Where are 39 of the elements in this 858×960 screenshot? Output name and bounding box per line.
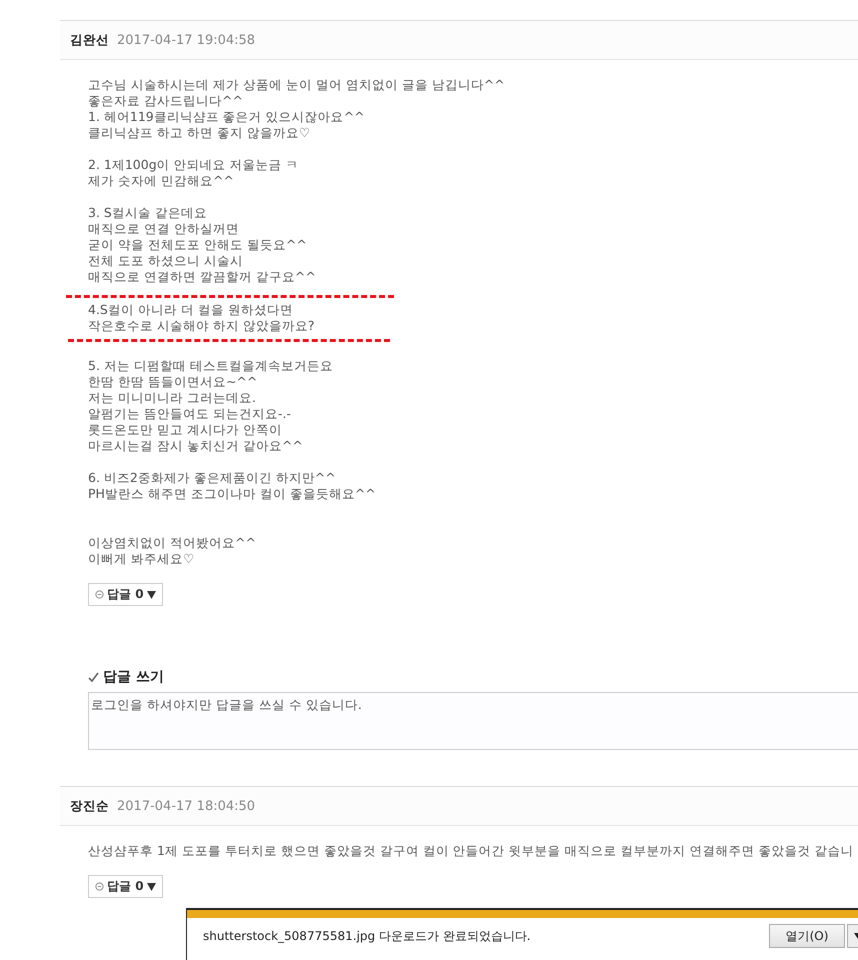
reply-input-field[interactable]: 로그인을 하셔야지만 답글을 쓰실 수 있습니다. bbox=[88, 692, 858, 750]
comment-date: 2017-04-17 18:04:50 bbox=[117, 798, 256, 814]
author-name: 김완선 bbox=[70, 32, 109, 48]
comment-text: 4.S컬이 아니라 더 컬을 원하셨다면 bbox=[88, 302, 293, 318]
comment-text: 고수님 시술하시는데 제가 상품에 눈이 멀어 염치없이 글을 남깁니다^^ bbox=[88, 77, 505, 93]
comment-text: 1. 헤어119클리닉샴프 좋은거 있으시잖아요^^ bbox=[88, 109, 365, 125]
comment-text: 이상염치없이 적어봤어요^^ bbox=[88, 535, 256, 551]
comment-text: 3. S컬시술 같은데요 bbox=[88, 205, 207, 221]
caret-icon bbox=[146, 882, 156, 890]
author-name: 장진순 bbox=[70, 798, 109, 814]
comment-text: 좋은자료 감사드립니다^^ bbox=[88, 93, 243, 109]
comment-text: 매직으로 연결하면 깔끔할꺼 같구요^^ bbox=[88, 269, 316, 285]
comment-icon bbox=[95, 882, 104, 891]
download-message: shutterstock_508775581.jpg 다운로드가 완료되었습니다. bbox=[203, 928, 532, 944]
comment-icon bbox=[95, 590, 104, 599]
comment-text: 전체 도포 하셨으니 시술시 bbox=[88, 253, 243, 269]
comment-text: 매직으로 연결 안하실꺼면 bbox=[88, 221, 239, 237]
comment-text: 이뻐게 봐주세요♡ bbox=[88, 551, 194, 567]
comment-text: 2. 1제100g이 안되네요 저울눈금 ㅋ bbox=[88, 157, 299, 173]
comment-text: 저는 미니미니라 그러는데요. bbox=[88, 390, 256, 406]
comment-text: 산성샴푸후 1제 도포를 투터치로 했으면 좋았을것 갈구여 컬이 안들어간 윗부분을 매직으로 컬부분까지 연결해주면 좋았을것 같습니 bbox=[88, 843, 854, 859]
comment-text: 굳이 약을 전체도포 안해도 될듯요^^ bbox=[88, 237, 307, 253]
comment-text: 작은호수로 시술해야 하지 않았을까요? bbox=[88, 318, 315, 334]
comment-text: 롯드온도만 믿고 계시다가 안쪽이 bbox=[88, 422, 282, 438]
comment-date: 2017-04-17 19:04:58 bbox=[117, 32, 256, 48]
check-icon bbox=[88, 672, 99, 682]
comment-text: 5. 저는 디펌할때 테스트컬을계속보거든요 bbox=[88, 358, 333, 374]
open-button[interactable]: 열기(O) bbox=[769, 924, 845, 948]
comment-text: 마르시는걸 잠시 놓치신거 같아요^^ bbox=[88, 438, 303, 454]
comment-text: 클리닉샴프 하고 하면 좋지 않을까요♡ bbox=[88, 125, 310, 141]
reply-form-title: 답글 쓰기 bbox=[103, 668, 164, 686]
comment-text: 알펌기는 뜸안들여도 되는건지요-.- bbox=[88, 406, 291, 422]
comment-text: 제가 숫자에 민감해요^^ bbox=[88, 173, 234, 189]
comment-text: 한땀 한땀 뜸들이면서요~^^ bbox=[88, 374, 258, 390]
caret-icon bbox=[146, 590, 156, 598]
comment-text: PH발란스 해주면 조그이나마 컬이 좋을듯해요^^ bbox=[88, 486, 376, 502]
reply-button[interactable]: 답글 0 bbox=[88, 875, 163, 898]
comment-text: 6. 비즈2중화제가 좋은제품이긴 하지만^^ bbox=[88, 470, 336, 486]
reply-button[interactable]: 답글 0 bbox=[88, 583, 163, 606]
